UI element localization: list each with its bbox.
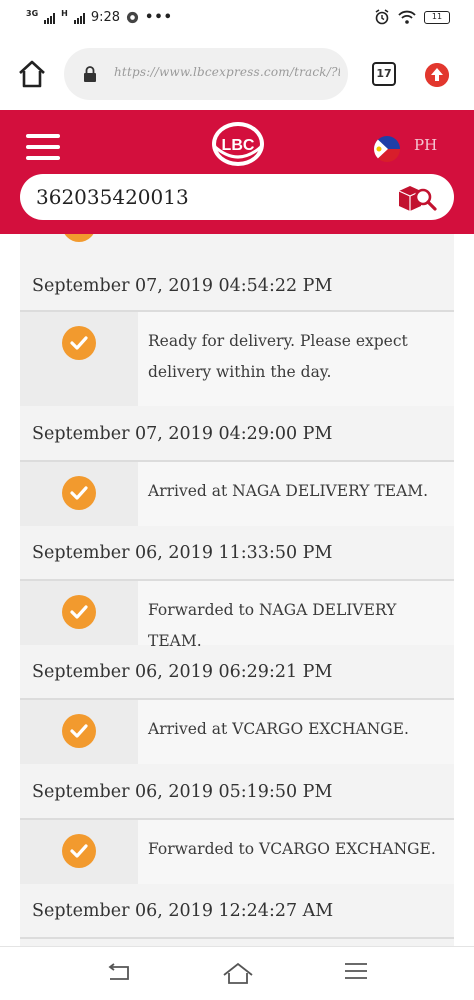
tracking-timeline: September 07, 2019 04:54:22 PM Ready for… — [20, 234, 454, 946]
timeline-entry: Ready for delivery. Please expect delive… — [20, 312, 454, 406]
philippines-flag-icon[interactable] — [374, 136, 400, 162]
timeline-entry: Forwarded to VCARGO EXCHANGE. — [20, 820, 454, 884]
check-circle-icon — [64, 234, 94, 242]
wifi-icon — [398, 10, 416, 24]
check-circle-icon — [62, 476, 96, 510]
battery-level: 11 — [431, 11, 443, 21]
battery-icon: 11 — [424, 10, 450, 24]
check-circle-icon — [62, 595, 96, 629]
timeline-entry: Forwarded to NAGA DELIVERY TEAM. — [20, 581, 454, 650]
track-package-icon[interactable] — [396, 182, 438, 212]
home-icon[interactable] — [16, 58, 48, 90]
status-bar: 3G H 9:28 ••• 11 — [0, 0, 474, 36]
lock-icon — [84, 66, 96, 82]
event-timestamp: September 07, 2019 04:54:22 PM — [32, 276, 333, 296]
check-circle-icon — [62, 714, 96, 748]
back-icon[interactable] — [106, 963, 132, 983]
event-timestamp: September 06, 2019 12:24:27 AM — [32, 901, 334, 921]
timeline-entry: Arrived at NAGA DELIVERY TEAM. — [20, 462, 454, 526]
nav-home-icon[interactable] — [222, 961, 254, 985]
timeline-entry: Arrived at VCARGO EXCHANGE. — [20, 700, 454, 764]
event-description: Arrived at VCARGO EXCHANGE. — [148, 720, 409, 738]
status-icon-cell — [20, 700, 138, 764]
event-description: Forwarded to NAGA DELIVERY TEAM. — [148, 601, 397, 650]
event-description: Ready for delivery. Please expect delive… — [148, 332, 408, 381]
status-icon-cell — [20, 312, 138, 406]
network-3g-label: 3G — [26, 9, 39, 18]
event-timestamp: September 06, 2019 11:33:50 PM — [32, 543, 333, 563]
tracking-search-bar — [20, 174, 454, 220]
vpn-icon — [126, 11, 139, 24]
alarm-icon — [375, 9, 389, 25]
update-arrow-icon[interactable] — [425, 63, 449, 87]
timeline-divider — [20, 937, 454, 939]
signal-icon-2 — [73, 12, 85, 24]
recents-icon[interactable] — [344, 961, 368, 981]
url-text[interactable]: https://www.lbcexpress.com/track/?tracki… — [114, 65, 340, 79]
more-notifications-icon: ••• — [145, 10, 173, 25]
hamburger-menu-icon[interactable] — [26, 134, 60, 162]
event-description: Forwarded to VCARGO EXCHANGE. — [148, 840, 436, 858]
network-h-label: H — [61, 9, 68, 18]
svg-text:LBC: LBC — [222, 137, 255, 154]
status-icon-cell — [20, 462, 138, 526]
site-header: LBC PH — [0, 110, 474, 234]
lbc-logo[interactable]: LBC — [210, 118, 266, 168]
language-label[interactable]: PH — [414, 136, 437, 154]
address-bar[interactable]: https://www.lbcexpress.com/track/?tracki… — [64, 48, 348, 100]
event-timestamp: September 07, 2019 04:29:00 PM — [32, 424, 333, 444]
browser-toolbar: https://www.lbcexpress.com/track/?tracki… — [0, 36, 474, 110]
status-icon-cell — [20, 820, 138, 884]
check-circle-icon — [62, 326, 96, 360]
tabs-button[interactable]: 17 — [372, 62, 396, 86]
check-circle-icon — [62, 834, 96, 868]
system-navigation-bar — [0, 946, 474, 1000]
clock-time: 9:28 — [90, 10, 121, 25]
event-description: Arrived at NAGA DELIVERY TEAM. — [148, 482, 429, 500]
status-icon-cell — [20, 581, 138, 645]
event-timestamp: September 06, 2019 06:29:21 PM — [32, 662, 333, 682]
event-timestamp: September 06, 2019 05:19:50 PM — [32, 782, 333, 802]
tracking-number-input[interactable] — [36, 184, 376, 210]
signal-icon — [44, 12, 56, 24]
